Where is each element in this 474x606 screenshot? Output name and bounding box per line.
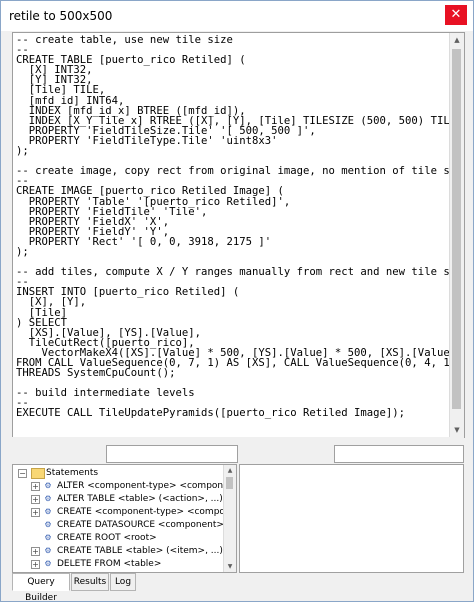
statement-icon: ⚙ bbox=[44, 494, 52, 503]
code-line[interactable]: ); bbox=[16, 247, 464, 258]
statement-icon: ⚙ bbox=[44, 533, 52, 542]
tab-query-builder[interactable]: Query Builder bbox=[12, 573, 70, 603]
code-line[interactable]: CREATE IMAGE [puerto_rico Retiled Image]… bbox=[16, 186, 464, 197]
scroll-thumb[interactable] bbox=[452, 49, 461, 409]
collapse-icon[interactable]: − bbox=[18, 469, 27, 478]
code-line[interactable]: -- create image, copy rect from original… bbox=[16, 166, 464, 177]
tab-log[interactable]: Log bbox=[110, 573, 136, 591]
code-line[interactable]: PROPERTY 'FieldTileType.Tile' 'uint8x3' bbox=[16, 136, 464, 147]
statements-tree[interactable]: − Statements + ⚙ ALTER <component-type> <c… bbox=[12, 464, 237, 573]
code-line[interactable]: EXECUTE CALL TileUpdatePyramids([puerto_… bbox=[16, 408, 464, 419]
tree-item-label: CREATE TABLE <table> (<item>, ...) bbox=[57, 546, 223, 556]
details-panel bbox=[239, 464, 464, 573]
statement-icon: ⚙ bbox=[44, 507, 52, 516]
tree-item-label: CREATE ROOT <root> bbox=[57, 533, 157, 543]
filter-input-left[interactable] bbox=[106, 445, 238, 463]
code-line[interactable]: -- build intermediate levels bbox=[16, 388, 464, 399]
expand-icon[interactable]: + bbox=[31, 508, 40, 517]
tree-vertical-scrollbar[interactable]: ▲ ▼ bbox=[223, 465, 236, 572]
tree-item-label: ALTER <component-type> <component... bbox=[57, 481, 237, 491]
tree-scroll-thumb[interactable] bbox=[226, 477, 233, 489]
tree-item-label: CREATE DATASOURCE <component> AS... bbox=[57, 520, 237, 530]
code-line[interactable]: -- add tiles, compute X / Y ranges manua… bbox=[16, 267, 464, 278]
tree-root-label: Statements bbox=[46, 468, 99, 478]
close-button[interactable]: ✕ bbox=[445, 5, 467, 25]
statement-icon: ⚙ bbox=[44, 546, 52, 555]
folder-icon bbox=[31, 468, 45, 479]
statement-icon: ⚙ bbox=[44, 559, 52, 568]
code-line[interactable]: [X], [Y], bbox=[16, 297, 464, 308]
code-line[interactable]: THREADS SystemCpuCount(); bbox=[16, 368, 464, 379]
tab-results[interactable]: Results bbox=[71, 573, 109, 591]
scroll-down-icon[interactable]: ▼ bbox=[450, 423, 464, 437]
filter-input-right[interactable] bbox=[334, 445, 464, 463]
code-line[interactable]: -- create table, use new tile size bbox=[16, 35, 464, 46]
expand-icon[interactable]: + bbox=[31, 560, 40, 569]
scroll-up-icon[interactable]: ▲ bbox=[450, 33, 464, 47]
expand-icon[interactable]: + bbox=[31, 547, 40, 556]
splitter[interactable] bbox=[12, 437, 464, 445]
tree-item-label: CREATE <component-type> <component... bbox=[57, 507, 237, 517]
editor-vertical-scrollbar[interactable]: ▲ ▼ bbox=[449, 33, 464, 437]
window-title: retile to 500x500 bbox=[9, 9, 113, 23]
expand-icon[interactable]: + bbox=[31, 495, 40, 504]
expand-icon[interactable]: + bbox=[31, 482, 40, 491]
statement-icon: ⚙ bbox=[44, 520, 52, 529]
code-text[interactable]: -- create table, use new tile size -- CREA… bbox=[16, 35, 464, 419]
query-window: retile to 500x500 ✕ -- create table, use… bbox=[0, 0, 474, 603]
tree-item-label: DELETE FROM <table> bbox=[57, 559, 162, 569]
tree-scroll-up-icon[interactable]: ▲ bbox=[224, 465, 236, 476]
title-bar[interactable]: retile to 500x500 ✕ bbox=[1, 1, 473, 31]
statement-icon: ⚙ bbox=[44, 481, 52, 490]
tree-item-label: ALTER TABLE <table> (<action>, ...) bbox=[57, 494, 223, 504]
code-line[interactable]: [Tile] bbox=[16, 307, 464, 318]
code-line[interactable]: PROPERTY 'Rect' '[ 0, 0, 3918, 2175 ]' bbox=[16, 237, 464, 248]
sql-editor[interactable]: -- create table, use new tile size -- CREA… bbox=[12, 32, 465, 438]
tree-scroll-down-icon[interactable]: ▼ bbox=[224, 561, 236, 572]
code-line[interactable]: ); bbox=[16, 146, 464, 157]
